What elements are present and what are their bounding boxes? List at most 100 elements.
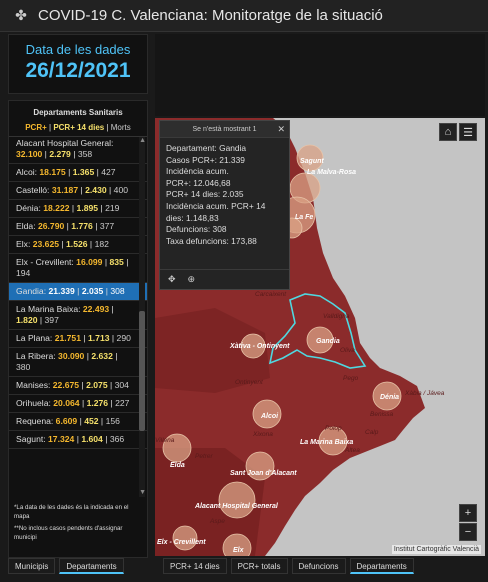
separator: | xyxy=(109,304,114,314)
map-tab-pcr-14-dies[interactable]: PCR+ 14 dies xyxy=(163,558,227,574)
virus-icon: ✤ xyxy=(15,7,27,23)
popup-header: Se n'està mostrant 1 xyxy=(160,121,289,138)
separator: | xyxy=(59,239,67,249)
zoom-in-button[interactable]: + xyxy=(459,504,477,522)
separator: | xyxy=(107,380,115,390)
map-label: Dénia xyxy=(380,394,399,401)
scroll-up-icon[interactable]: ▲ xyxy=(139,137,146,144)
pcr-value: 32.100 xyxy=(16,149,43,159)
pcr14-value: 1.365 xyxy=(72,167,95,177)
department-name: Elda: xyxy=(16,221,38,231)
list-item[interactable]: Dénia: 18.222 | 1.895 | 219 xyxy=(9,200,147,218)
pcr-value: 22.675 xyxy=(52,380,80,390)
app-title: COVID-19 C. Valenciana: Monitoratge de l… xyxy=(38,7,383,24)
separator: | xyxy=(98,416,106,426)
department-name: La Plana: xyxy=(16,333,55,343)
map-label: Gandia xyxy=(316,338,340,345)
department-name: Elx - Crevillent: xyxy=(16,257,77,267)
popup-line: Defuncions: 308 xyxy=(166,224,227,235)
panel-title: Departaments Sanitaris xyxy=(33,108,123,117)
popup-footer: ✥ ⊕ xyxy=(160,269,289,289)
map-tab-departaments[interactable]: Departaments xyxy=(349,558,414,574)
list-item[interactable]: La Ribera: 30.090 | 2.632 | 380 xyxy=(9,348,147,377)
list-item[interactable]: Gandia: 21.339 | 2.035 | 308 xyxy=(9,283,147,301)
separator: | xyxy=(81,333,89,343)
tab-departaments[interactable]: Departaments xyxy=(59,558,124,574)
separator: | xyxy=(102,434,110,444)
map-label: Oliva xyxy=(340,347,355,354)
map-label: Ontinyent xyxy=(235,379,264,386)
pcr-value: 21.751 xyxy=(54,333,81,343)
department-name: Alacant Hospital General: xyxy=(16,138,114,148)
list-item[interactable]: Sagunt: 17.324 | 1.604 | 366 xyxy=(9,431,147,449)
pcr14-value: 2.632 xyxy=(91,351,113,361)
pcr14-value: 1.895 xyxy=(76,203,99,213)
zoom-out-button[interactable]: − xyxy=(459,523,477,541)
list-item[interactable]: Alacant Hospital General: 32.100 | 2.279… xyxy=(9,135,147,164)
map-label: Altea xyxy=(344,447,360,454)
info-popup: Se n'està mostrant 1 ✕ Departament: Gand… xyxy=(159,120,290,290)
deaths-value: 308 xyxy=(110,286,125,296)
list-icon[interactable]: ☰ xyxy=(459,123,477,141)
map-label: Pego xyxy=(343,375,359,382)
pcr-value: 21.339 xyxy=(48,286,75,296)
home-icon[interactable]: ⌂ xyxy=(439,123,457,141)
department-name: Elx: xyxy=(16,239,33,249)
list-item[interactable]: Manises: 22.675 | 2.075 | 304 xyxy=(9,377,147,395)
map-label: Elx xyxy=(233,547,245,554)
list-item[interactable]: Elx: 23.625 | 1.526 | 182 xyxy=(9,236,147,254)
close-icon[interactable]: ✕ xyxy=(277,124,285,135)
circle-alacant[interactable] xyxy=(218,481,256,519)
department-name: Requena: xyxy=(16,416,56,426)
map-label: La Malva-Rosa xyxy=(307,169,356,176)
deaths-value: 194 xyxy=(16,268,31,278)
list-item[interactable]: Orihuela: 20.064 | 1.276 | 227 xyxy=(9,395,147,413)
list-item[interactable]: La Marina Baixa: 22.493 | 1.820 | 397 xyxy=(9,301,147,330)
zoom-to-icon[interactable]: ⊕ xyxy=(188,274,196,285)
map-label: Polop xyxy=(325,425,342,432)
list-item[interactable]: Alcoi: 18.175 | 1.365 | 427 xyxy=(9,164,147,182)
map-tab-pcr-totals[interactable]: PCR+ totals xyxy=(230,558,288,574)
list-item[interactable]: Elx - Crevillent: 16.099 | 835 | 194 xyxy=(9,254,147,283)
map-label: La Fe xyxy=(295,214,313,221)
pcr14-value: 835 xyxy=(109,257,124,267)
list-item[interactable]: Requena: 6.609 | 452 | 156 xyxy=(9,413,147,431)
scroll-down-icon[interactable]: ▼ xyxy=(139,489,146,496)
pcr14-value: 1.713 xyxy=(88,333,110,343)
scrollbar-thumb[interactable] xyxy=(139,311,145,431)
deaths-value: 290 xyxy=(116,333,131,343)
departments-list[interactable]: Alacant Hospital General: 32.100 | 2.279… xyxy=(9,135,147,497)
department-name: Sagunt: xyxy=(16,434,49,444)
list-item[interactable]: La Plana: 21.751 | 1.713 | 290 xyxy=(9,330,147,348)
map-label: Aspe xyxy=(209,518,225,525)
popup-line: Incidència acum. PCR+ 14 xyxy=(166,200,266,211)
department-name: La Ribera: xyxy=(16,351,59,361)
pcr-value: 31.187 xyxy=(51,185,79,195)
pcr14-value: 2.035 xyxy=(81,286,104,296)
map-label: Xàbia / Jávea xyxy=(404,390,445,397)
map-label: Elda xyxy=(170,462,185,469)
list-item[interactable]: Castelló: 31.187 | 2.430 | 400 xyxy=(9,182,147,200)
pcr14-value: 2.279 xyxy=(49,149,71,159)
tab-municipis[interactable]: Municipis xyxy=(8,558,56,574)
separator: | xyxy=(65,167,73,177)
deaths-value: 427 xyxy=(101,167,116,177)
deaths-value: 400 xyxy=(113,185,129,195)
move-icon[interactable]: ✥ xyxy=(168,274,176,285)
map-label: Valldigna xyxy=(323,313,350,320)
map-label: La Marina Baixa xyxy=(300,439,353,446)
separator: | xyxy=(123,257,129,267)
note-date: *La data de les dades és la indicada en … xyxy=(14,504,129,520)
list-item[interactable]: Elda: 26.790 | 1.776 | 377 xyxy=(9,218,147,236)
map-tab-defuncions[interactable]: Defuncions xyxy=(291,558,346,574)
pcr14-value: 1.776 xyxy=(71,221,93,231)
circle-elx-crevillent[interactable] xyxy=(172,525,198,551)
popup-line: Incidència acum. xyxy=(166,166,229,177)
popup-line: PCR+: 12.046,68 xyxy=(166,177,231,188)
popup-line: Casos PCR+: 21.339 xyxy=(166,154,245,165)
note-pending: **No inclous casos pendents d'assignar m… xyxy=(14,525,123,541)
deaths-value: 358 xyxy=(77,149,93,159)
department-name: Dénia: xyxy=(16,203,44,213)
pcr14-value: 1.820 xyxy=(16,315,38,325)
separator: | xyxy=(106,185,114,195)
